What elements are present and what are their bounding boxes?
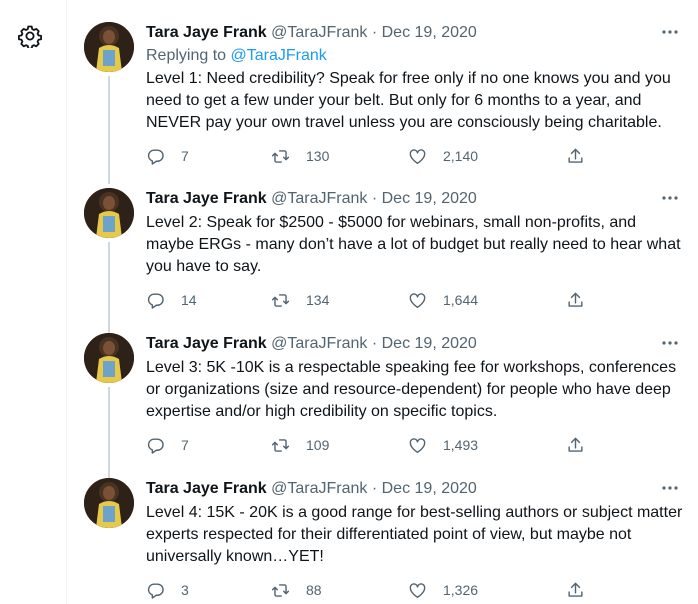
avatar-image	[84, 333, 134, 383]
retweet-count: 134	[306, 292, 330, 308]
replying-to-label: Replying to	[146, 47, 227, 64]
tweet-actions: 7 109 1,493	[146, 434, 666, 456]
thread-connector	[108, 140, 110, 162]
reply-icon	[147, 582, 164, 599]
author-name[interactable]: Tara Jaye Frank	[146, 480, 267, 497]
retweet-icon	[271, 583, 290, 597]
tweet-date[interactable]: Dec 19, 2020	[382, 190, 477, 207]
left-rail	[0, 0, 66, 604]
tweet-text: Level 2: Speak for $2500 - $5000 for web…	[146, 214, 681, 275]
tweet[interactable]: Tara Jaye Frank @TaraJFrank · Dec 19, 20…	[67, 0, 698, 184]
tweet-actions: 7 130 2,140	[146, 145, 666, 167]
tweet-header: Tara Jaye Frank @TaraJFrank · Dec 19, 20…	[146, 22, 477, 44]
like-count: 1,644	[443, 292, 479, 308]
reply-button[interactable]: 7	[146, 434, 189, 456]
thread-feed: Tara Jaye Frank @TaraJFrank · Dec 19, 20…	[67, 0, 698, 604]
reply-button[interactable]: 3	[146, 579, 189, 601]
like-count: 1,493	[443, 437, 479, 453]
tweet[interactable]: Tara Jaye Frank @TaraJFrank · Dec 19, 20…	[67, 311, 698, 481]
tweet-text: Level 3: 5K -10K is a respectable speaki…	[146, 359, 677, 420]
more-icon[interactable]	[660, 333, 680, 353]
author-name[interactable]: Tara Jaye Frank	[146, 190, 267, 207]
more-icon[interactable]	[660, 188, 680, 208]
share-button[interactable]	[566, 579, 601, 601]
author-name[interactable]: Tara Jaye Frank	[146, 335, 267, 352]
avatar[interactable]	[84, 333, 134, 383]
separator: ·	[371, 335, 378, 352]
tweet-actions: 3 88 1,326	[146, 579, 666, 601]
avatar-image	[84, 22, 134, 72]
retweet-count: 88	[306, 582, 322, 598]
avatar[interactable]	[84, 478, 134, 528]
share-button[interactable]	[566, 434, 601, 456]
reply-button[interactable]: 7	[146, 145, 189, 167]
retweet-button[interactable]: 88	[271, 579, 322, 601]
share-icon	[568, 148, 583, 163]
tweet-text: Level 1: Need credibility? Speak for fre…	[146, 70, 671, 131]
separator: ·	[371, 190, 378, 207]
tweet-header: Tara Jaye Frank @TaraJFrank · Dec 19, 20…	[146, 478, 477, 500]
author-name[interactable]: Tara Jaye Frank	[146, 24, 267, 41]
share-icon	[568, 437, 583, 452]
retweet-button[interactable]: 109	[271, 434, 329, 456]
heart-icon	[409, 292, 426, 308]
heart-icon	[409, 582, 426, 598]
share-button[interactable]	[566, 145, 601, 167]
tweet[interactable]: Tara Jaye Frank @TaraJFrank · Dec 19, 20…	[67, 140, 698, 336]
avatar[interactable]	[84, 22, 134, 72]
reply-icon	[147, 292, 164, 309]
replying-to: Replying to @TaraJFrank	[146, 45, 327, 67]
tweet-date[interactable]: Dec 19, 2020	[382, 480, 477, 497]
like-button[interactable]: 2,140	[408, 145, 478, 167]
like-button[interactable]: 1,326	[408, 579, 478, 601]
retweet-count: 130	[306, 148, 330, 164]
share-icon	[568, 582, 583, 597]
reply-button[interactable]: 14	[146, 289, 197, 311]
tweet-header: Tara Jaye Frank @TaraJFrank · Dec 19, 20…	[146, 188, 477, 210]
reply-count: 14	[181, 292, 197, 308]
reply-count: 7	[181, 148, 189, 164]
like-count: 2,140	[443, 148, 479, 164]
tweet-date[interactable]: Dec 19, 2020	[382, 335, 477, 352]
tweet[interactable]: Tara Jaye Frank @TaraJFrank · Dec 19, 20…	[67, 456, 698, 604]
share-icon	[568, 292, 583, 307]
author-handle[interactable]: @TaraJFrank	[271, 335, 367, 352]
retweet-icon	[271, 293, 290, 307]
tweet-text: Level 4: 15K - 20K is a good range for b…	[146, 504, 683, 565]
author-handle[interactable]: @TaraJFrank	[271, 480, 367, 497]
reply-icon	[147, 437, 164, 454]
heart-icon	[409, 148, 426, 164]
share-button[interactable]	[566, 289, 601, 311]
reply-count: 3	[181, 582, 189, 598]
tweet-date[interactable]: Dec 19, 2020	[382, 24, 477, 41]
reply-count: 7	[181, 437, 189, 453]
retweet-button[interactable]: 130	[271, 145, 329, 167]
separator: ·	[371, 480, 378, 497]
retweet-icon	[271, 149, 290, 163]
like-button[interactable]: 1,644	[408, 289, 478, 311]
avatar-image	[84, 188, 134, 238]
avatar[interactable]	[84, 188, 134, 238]
author-handle[interactable]: @TaraJFrank	[271, 24, 367, 41]
retweet-icon	[271, 438, 290, 452]
heart-icon	[409, 437, 426, 453]
author-handle[interactable]: @TaraJFrank	[271, 190, 367, 207]
tweet-header: Tara Jaye Frank @TaraJFrank · Dec 19, 20…	[146, 333, 477, 355]
more-icon[interactable]	[660, 478, 680, 498]
like-button[interactable]: 1,493	[408, 434, 478, 456]
gear-icon[interactable]	[18, 24, 42, 48]
separator: ·	[371, 24, 378, 41]
reply-icon	[147, 148, 164, 165]
retweet-button[interactable]: 134	[271, 289, 329, 311]
tweet-actions: 14 134 1,644	[146, 289, 666, 311]
like-count: 1,326	[443, 582, 479, 598]
more-icon[interactable]	[660, 22, 680, 42]
retweet-count: 109	[306, 437, 330, 453]
avatar-image	[84, 478, 134, 528]
replying-to-handle[interactable]: @TaraJFrank	[231, 47, 327, 64]
